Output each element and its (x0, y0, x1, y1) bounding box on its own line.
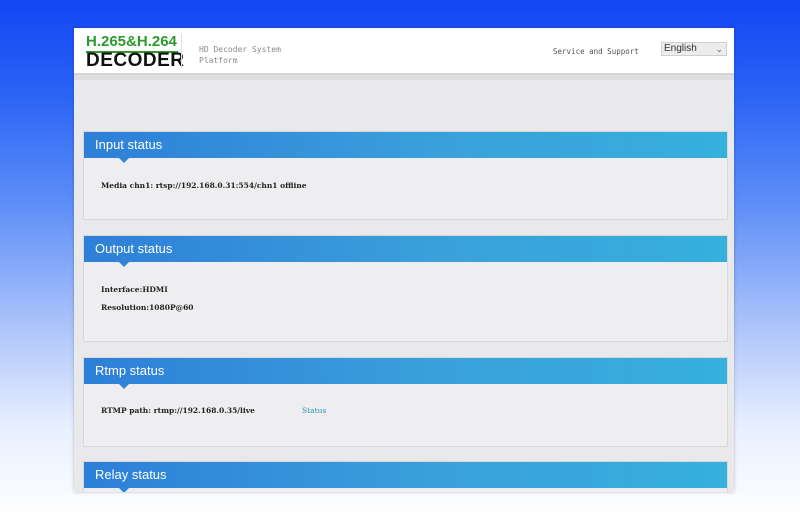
language-selected-value: English (664, 43, 697, 54)
rtmp-status-header: Rtmp status (84, 358, 727, 389)
input-status-title: Input status (95, 137, 163, 152)
chevron-down-icon: ⌄ (715, 44, 723, 54)
rtmp-status-link[interactable]: Status (302, 406, 326, 415)
input-status-panel: Input status Media chn1: rtsp://192.168.… (83, 131, 728, 220)
rtmp-path-row: RTMP path: rtmp://192.168.0.35/live (101, 406, 255, 415)
interface-value: HDMI (142, 285, 168, 294)
language-select[interactable]: English ⌄ (661, 42, 727, 56)
resolution-row: Resolution:1080P@60 (101, 303, 194, 312)
logo-line2: DECODER (86, 50, 185, 71)
resolution-value: 1080P@60 (149, 303, 194, 312)
browser-window: H.265&H.264 DECODER HD Decoder System Pl… (74, 28, 734, 492)
relay-status-panel: Relay status (83, 461, 728, 492)
page-header: H.265&H.264 DECODER HD Decoder System Pl… (74, 28, 734, 75)
input-status-header: Input status (84, 132, 727, 163)
output-status-title: Output status (95, 241, 173, 256)
rtmp-path-value: rtmp://192.168.0.35/live (153, 406, 255, 415)
service-support-link[interactable]: Service and Support (553, 47, 639, 56)
platform-subtitle: HD Decoder System Platform (199, 45, 281, 65)
header-pointer-icon (119, 488, 129, 492)
interface-label: Interface: (101, 285, 143, 294)
relay-status-title: Relay status (95, 467, 167, 482)
interface-row: Interface:HDMI (101, 285, 168, 294)
header-pointer-icon (119, 262, 129, 267)
media-channel-value: rtsp://192.168.0.31:554/chn1 offline (155, 181, 307, 190)
media-channel-label: Media chn1: (101, 181, 154, 190)
rtmp-status-panel: Rtmp status RTMP path: rtmp://192.168.0.… (83, 357, 728, 447)
header-pointer-icon (119, 158, 129, 163)
media-channel-row: Media chn1: rtsp://192.168.0.31:554/chn1… (101, 181, 307, 190)
rtmp-status-title: Rtmp status (95, 363, 165, 378)
output-status-header: Output status (84, 236, 727, 267)
resolution-label: Resolution: (101, 303, 150, 312)
header-shadow-strip (74, 75, 734, 80)
rtmp-path-label: RTMP path: (101, 406, 152, 415)
relay-status-header: Relay status (84, 462, 727, 492)
header-pointer-icon (119, 384, 129, 389)
output-status-panel: Output status Interface:HDMI Resolution:… (83, 235, 728, 342)
logo-divider (181, 34, 182, 68)
